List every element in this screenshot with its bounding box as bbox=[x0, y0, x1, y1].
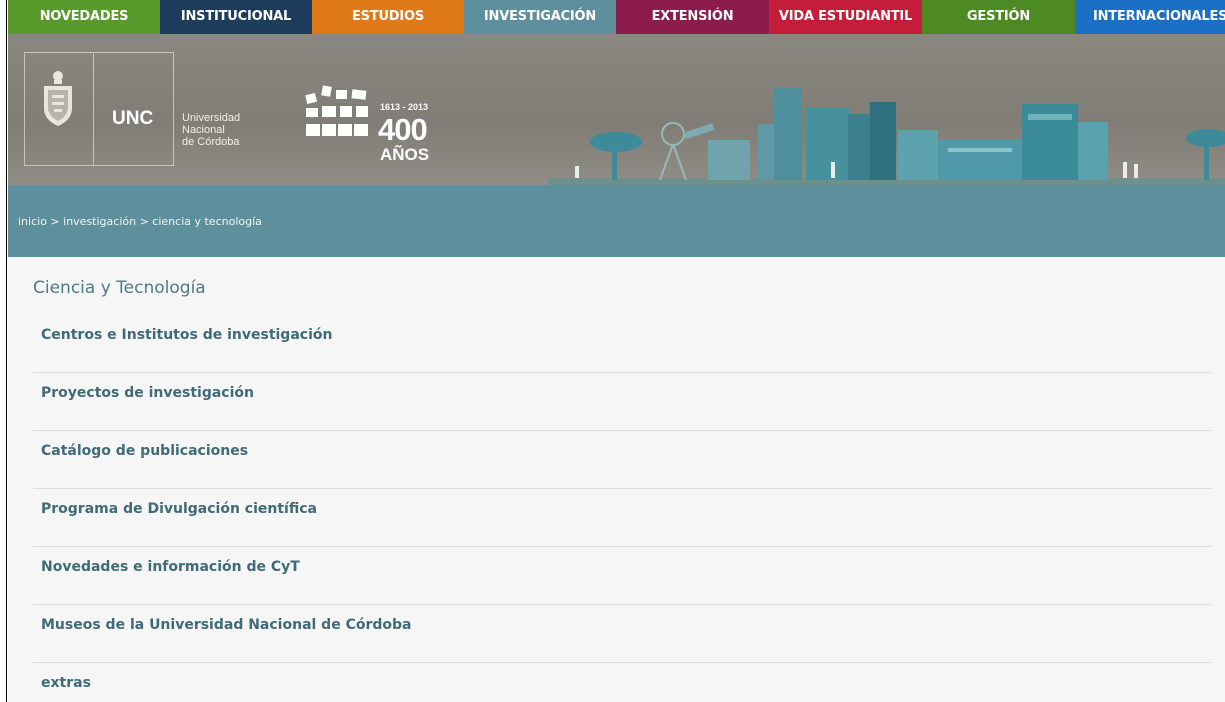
nav-tab-extension[interactable]: EXTENSIÓN bbox=[616, 0, 769, 34]
anniversary-years: 1613 - 2013 bbox=[380, 102, 429, 112]
list-item: Museos de la Universidad Nacional de Cór… bbox=[33, 605, 1211, 663]
page-title: Ciencia y Tecnología bbox=[33, 278, 206, 298]
nav-tab-investigacion[interactable]: INVESTIGACIÓN bbox=[464, 0, 616, 34]
link-centros-institutos[interactable]: Centros e Institutos de investigación bbox=[41, 327, 332, 343]
link-museos[interactable]: Museos de la Universidad Nacional de Cór… bbox=[41, 617, 411, 633]
list-item: Catálogo de publicaciones bbox=[33, 431, 1211, 489]
anniversary-word: AÑOS bbox=[380, 145, 430, 164]
campus-skyline-illustration bbox=[548, 88, 1225, 185]
university-shield-icon[interactable] bbox=[40, 68, 76, 128]
breadcrumb-separator: > bbox=[139, 215, 153, 228]
link-divulgacion[interactable]: Programa de Divulgación científica bbox=[41, 501, 317, 517]
university-name-line2: Nacional bbox=[182, 124, 225, 136]
university-name-line3: de Córdoba bbox=[182, 136, 240, 148]
nav-tab-novedades[interactable]: NOVEDADES bbox=[8, 0, 160, 34]
breadcrumb-item-inicio[interactable]: inicio bbox=[18, 215, 47, 228]
breadcrumb-separator: > bbox=[50, 215, 64, 228]
link-catalogo[interactable]: Catálogo de publicaciones bbox=[41, 443, 248, 459]
nav-tab-estudios[interactable]: ESTUDIOS bbox=[312, 0, 464, 34]
list-item: Proyectos de investigación bbox=[33, 373, 1211, 431]
science-links-list: Centros e Institutos de investigación Pr… bbox=[33, 315, 1211, 702]
breadcrumb-item-investigacion[interactable]: investigación bbox=[63, 215, 136, 228]
site-header: UNC Universidad Nacional de Córdoba 1613… bbox=[8, 34, 1225, 185]
unc-acronym[interactable]: UNC bbox=[112, 108, 153, 130]
anniversary-blocks-icon bbox=[305, 85, 368, 136]
nav-tab-gestion[interactable]: GESTIÓN bbox=[922, 0, 1075, 34]
list-item: extras bbox=[33, 663, 1211, 702]
university-name-line1: Universidad bbox=[182, 112, 241, 124]
page: NOVEDADES INSTITUCIONAL ESTUDIOS INVESTI… bbox=[8, 0, 1225, 702]
main-nav: NOVEDADES INSTITUCIONAL ESTUDIOS INVESTI… bbox=[8, 0, 1225, 34]
anniversary-number: 400 bbox=[378, 112, 428, 147]
university-name: Universidad Nacional de Córdoba bbox=[182, 112, 240, 148]
page-edge bbox=[6, 0, 7, 702]
list-item: Centros e Institutos de investigación bbox=[33, 315, 1211, 373]
list-item: Programa de Divulgación científica bbox=[33, 489, 1211, 547]
link-proyectos[interactable]: Proyectos de investigación bbox=[41, 385, 254, 401]
breadcrumb-item-current: ciencia y tecnología bbox=[152, 215, 262, 228]
breadcrumb-bar: inicio > investigación > ciencia y tecno… bbox=[8, 185, 1225, 257]
nav-tab-internacionales[interactable]: INTERNACIONALES bbox=[1075, 0, 1225, 34]
main-content: Ciencia y Tecnología Centros e Instituto… bbox=[8, 257, 1225, 702]
link-novedades-cyt[interactable]: Novedades e información de CyT bbox=[41, 559, 300, 575]
nav-tab-institucional[interactable]: INSTITUCIONAL bbox=[160, 0, 312, 34]
link-extras[interactable]: extras bbox=[41, 675, 91, 691]
breadcrumb: inicio > investigación > ciencia y tecno… bbox=[18, 215, 262, 228]
list-item: Novedades e información de CyT bbox=[33, 547, 1211, 605]
nav-tab-vida-estudiantil[interactable]: VIDA ESTUDIANTIL bbox=[769, 0, 922, 34]
